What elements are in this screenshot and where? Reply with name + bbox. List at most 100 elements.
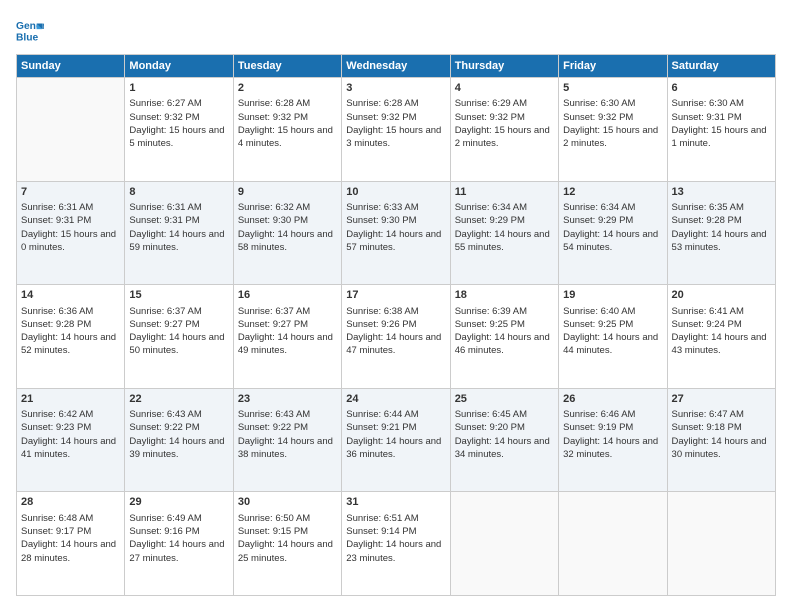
sunrise-text: Sunrise: 6:31 AM <box>21 201 120 214</box>
day-number: 14 <box>21 288 120 303</box>
header-saturday: Saturday <box>667 55 775 78</box>
day-number: 5 <box>563 81 662 96</box>
logo: General Blue <box>16 16 46 44</box>
daylight-text: Daylight: 14 hours and 59 minutes. <box>129 228 228 255</box>
sunrise-text: Sunrise: 6:31 AM <box>129 201 228 214</box>
table-row: 7Sunrise: 6:31 AMSunset: 9:31 PMDaylight… <box>17 181 125 285</box>
sunset-text: Sunset: 9:32 PM <box>129 111 228 124</box>
calendar-week-row: 28Sunrise: 6:48 AMSunset: 9:17 PMDayligh… <box>17 492 776 596</box>
calendar-week-row: 21Sunrise: 6:42 AMSunset: 9:23 PMDayligh… <box>17 388 776 492</box>
daylight-text: Daylight: 15 hours and 2 minutes. <box>563 124 662 151</box>
sunrise-text: Sunrise: 6:37 AM <box>238 305 337 318</box>
daylight-text: Daylight: 14 hours and 52 minutes. <box>21 331 120 358</box>
header: General Blue <box>16 16 776 44</box>
daylight-text: Daylight: 15 hours and 3 minutes. <box>346 124 445 151</box>
sunset-text: Sunset: 9:22 PM <box>238 421 337 434</box>
daylight-text: Daylight: 14 hours and 57 minutes. <box>346 228 445 255</box>
daylight-text: Daylight: 14 hours and 54 minutes. <box>563 228 662 255</box>
table-row <box>17 78 125 182</box>
table-row: 28Sunrise: 6:48 AMSunset: 9:17 PMDayligh… <box>17 492 125 596</box>
sunrise-text: Sunrise: 6:30 AM <box>672 97 771 110</box>
sunset-text: Sunset: 9:28 PM <box>21 318 120 331</box>
day-number: 30 <box>238 495 337 510</box>
sunset-text: Sunset: 9:32 PM <box>455 111 554 124</box>
sunrise-text: Sunrise: 6:33 AM <box>346 201 445 214</box>
sunrise-text: Sunrise: 6:43 AM <box>238 408 337 421</box>
sunrise-text: Sunrise: 6:34 AM <box>455 201 554 214</box>
sunrise-text: Sunrise: 6:41 AM <box>672 305 771 318</box>
sunset-text: Sunset: 9:32 PM <box>238 111 337 124</box>
table-row: 6Sunrise: 6:30 AMSunset: 9:31 PMDaylight… <box>667 78 775 182</box>
sunset-text: Sunset: 9:16 PM <box>129 525 228 538</box>
daylight-text: Daylight: 15 hours and 2 minutes. <box>455 124 554 151</box>
day-number: 23 <box>238 392 337 407</box>
daylight-text: Daylight: 14 hours and 23 minutes. <box>346 538 445 565</box>
sunrise-text: Sunrise: 6:36 AM <box>21 305 120 318</box>
table-row: 29Sunrise: 6:49 AMSunset: 9:16 PMDayligh… <box>125 492 233 596</box>
sunset-text: Sunset: 9:25 PM <box>563 318 662 331</box>
sunset-text: Sunset: 9:17 PM <box>21 525 120 538</box>
table-row: 19Sunrise: 6:40 AMSunset: 9:25 PMDayligh… <box>559 285 667 389</box>
sunset-text: Sunset: 9:26 PM <box>346 318 445 331</box>
sunrise-text: Sunrise: 6:32 AM <box>238 201 337 214</box>
day-number: 13 <box>672 185 771 200</box>
daylight-text: Daylight: 14 hours and 55 minutes. <box>455 228 554 255</box>
daylight-text: Daylight: 14 hours and 32 minutes. <box>563 435 662 462</box>
day-number: 28 <box>21 495 120 510</box>
day-number: 26 <box>563 392 662 407</box>
sunset-text: Sunset: 9:14 PM <box>346 525 445 538</box>
daylight-text: Daylight: 14 hours and 58 minutes. <box>238 228 337 255</box>
day-number: 27 <box>672 392 771 407</box>
daylight-text: Daylight: 14 hours and 44 minutes. <box>563 331 662 358</box>
daylight-text: Daylight: 14 hours and 43 minutes. <box>672 331 771 358</box>
sunrise-text: Sunrise: 6:45 AM <box>455 408 554 421</box>
sunrise-text: Sunrise: 6:34 AM <box>563 201 662 214</box>
sunrise-text: Sunrise: 6:43 AM <box>129 408 228 421</box>
daylight-text: Daylight: 15 hours and 5 minutes. <box>129 124 228 151</box>
table-row <box>559 492 667 596</box>
daylight-text: Daylight: 15 hours and 0 minutes. <box>21 228 120 255</box>
daylight-text: Daylight: 14 hours and 30 minutes. <box>672 435 771 462</box>
day-number: 21 <box>21 392 120 407</box>
header-sunday: Sunday <box>17 55 125 78</box>
day-number: 1 <box>129 81 228 96</box>
table-row: 1Sunrise: 6:27 AMSunset: 9:32 PMDaylight… <box>125 78 233 182</box>
calendar-week-row: 7Sunrise: 6:31 AMSunset: 9:31 PMDaylight… <box>17 181 776 285</box>
sunrise-text: Sunrise: 6:39 AM <box>455 305 554 318</box>
table-row: 17Sunrise: 6:38 AMSunset: 9:26 PMDayligh… <box>342 285 450 389</box>
day-number: 9 <box>238 185 337 200</box>
table-row: 15Sunrise: 6:37 AMSunset: 9:27 PMDayligh… <box>125 285 233 389</box>
day-number: 2 <box>238 81 337 96</box>
sunrise-text: Sunrise: 6:40 AM <box>563 305 662 318</box>
sunset-text: Sunset: 9:24 PM <box>672 318 771 331</box>
day-number: 16 <box>238 288 337 303</box>
daylight-text: Daylight: 14 hours and 25 minutes. <box>238 538 337 565</box>
sunrise-text: Sunrise: 6:30 AM <box>563 97 662 110</box>
day-number: 3 <box>346 81 445 96</box>
sunset-text: Sunset: 9:30 PM <box>238 214 337 227</box>
sunrise-text: Sunrise: 6:44 AM <box>346 408 445 421</box>
table-row: 9Sunrise: 6:32 AMSunset: 9:30 PMDaylight… <box>233 181 341 285</box>
table-row: 14 Sunrise: 6:36 AMSunset: 9:28 PMDayligh… <box>17 285 125 389</box>
daylight-text: Daylight: 14 hours and 28 minutes. <box>21 538 120 565</box>
sunset-text: Sunset: 9:23 PM <box>21 421 120 434</box>
sunrise-text: Sunrise: 6:35 AM <box>672 201 771 214</box>
sunset-text: Sunset: 9:32 PM <box>563 111 662 124</box>
daylight-text: Daylight: 14 hours and 46 minutes. <box>455 331 554 358</box>
calendar-week-row: 1Sunrise: 6:27 AMSunset: 9:32 PMDaylight… <box>17 78 776 182</box>
daylight-text: Daylight: 14 hours and 34 minutes. <box>455 435 554 462</box>
table-row: 4Sunrise: 6:29 AMSunset: 9:32 PMDaylight… <box>450 78 558 182</box>
sunset-text: Sunset: 9:31 PM <box>129 214 228 227</box>
table-row: 31Sunrise: 6:51 AMSunset: 9:14 PMDayligh… <box>342 492 450 596</box>
day-number: 7 <box>21 185 120 200</box>
sunrise-text: Sunrise: 6:47 AM <box>672 408 771 421</box>
sunrise-text: Sunrise: 6:29 AM <box>455 97 554 110</box>
daylight-text: Daylight: 14 hours and 27 minutes. <box>129 538 228 565</box>
header-friday: Friday <box>559 55 667 78</box>
sunrise-text: Sunrise: 6:28 AM <box>238 97 337 110</box>
day-number: 25 <box>455 392 554 407</box>
sunset-text: Sunset: 9:31 PM <box>672 111 771 124</box>
sunset-text: Sunset: 9:31 PM <box>21 214 120 227</box>
sunset-text: Sunset: 9:28 PM <box>672 214 771 227</box>
table-row: 16Sunrise: 6:37 AMSunset: 9:27 PMDayligh… <box>233 285 341 389</box>
